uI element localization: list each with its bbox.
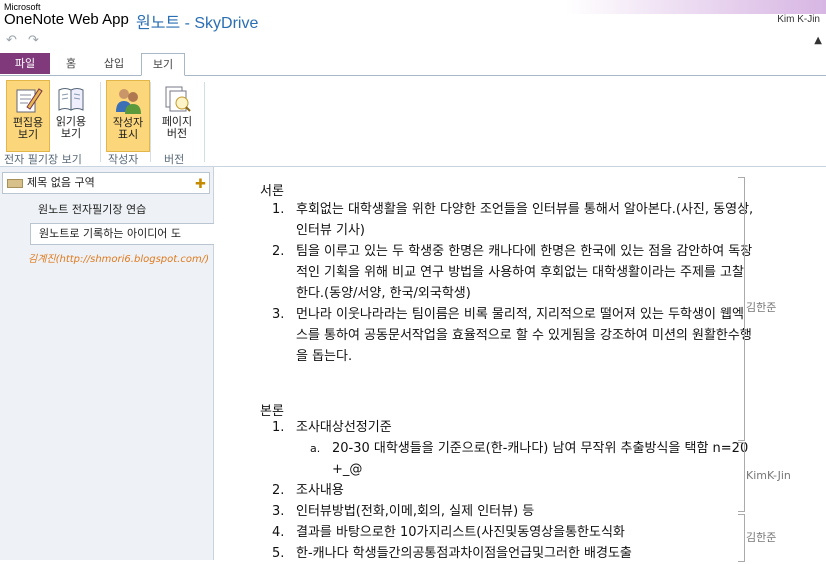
list-text: 20-30 대학생들을 기준으로(한-캐나다) 남여 무작위 추출방식을 택함 …: [332, 441, 749, 477]
title-bar: Microsoft OneNote Web App 원노트 - SkyDrive…: [0, 0, 826, 32]
author-label: 김한준: [746, 301, 777, 314]
list-number: 2.: [272, 244, 285, 259]
list-number: 2.: [272, 483, 285, 498]
watermark-text: 김계진(http://shmori6.blogspot.com/): [28, 254, 209, 265]
collapse-ribbon-icon[interactable]: ▲: [814, 35, 822, 46]
list-text: 먼나라 이웃나라라는 팀이름은 비록 물리적, 지리적으로 떨어져 있는 두학생…: [296, 307, 752, 364]
list-item: 3. 인터뷰방법(전화,이메,회의, 실제 인터뷰) 등: [254, 501, 754, 522]
author-label: 김한준: [746, 531, 777, 544]
ribbon: 편집용 보기 읽기용 보기 작성자 표시 페이지 버전 전자 필기장 보기 작성…: [0, 76, 826, 167]
group-separator: [150, 82, 151, 162]
list-text: 조사대상선정기준: [296, 420, 392, 435]
list-item: 5. 한-캐나다 학생들간의공통점과차이점을언급및그러한 배경도출: [254, 543, 754, 564]
group-notebook-views: 전자 필기장 보기: [4, 153, 82, 166]
undo-icon[interactable]: ↶: [6, 33, 17, 48]
list-item: 1. 조사대상선정기준: [254, 417, 754, 438]
list-item: 3. 먼나라 이웃나라라는 팀이름은 비록 물리적, 지리적으로 떨어져 있는 …: [254, 304, 754, 367]
list-text: 후회없는 대학생활을 위한 다양한 조언들을 인터뷰를 통해서 알아본다.(사진…: [296, 202, 754, 238]
edit-view-icon: [13, 85, 43, 115]
list-text: 결과를 바탕으로한 10가지리스트(사진및동영상을통한도식화: [296, 525, 625, 540]
show-authors-label: 작성자 표시: [112, 116, 144, 141]
list-text: 조사내용: [296, 483, 344, 498]
list-item: 1. 후회없는 대학생활을 위한 다양한 조언들을 인터뷰를 통해서 알아본다.…: [254, 199, 754, 241]
group-authors: 작성자: [108, 153, 139, 166]
document-title[interactable]: 원노트 - SkyDrive: [136, 9, 258, 33]
sub-list-item: a. 20-30 대학생들을 기준으로(한-캐나다) 남여 무작위 추출방식을 …: [254, 438, 754, 480]
edit-view-button[interactable]: 편집용 보기: [6, 80, 50, 152]
page-item[interactable]: 원노트 전자필기장 연습: [38, 200, 146, 220]
page-versions-button[interactable]: 페이지 버전: [156, 80, 198, 150]
group-separator: [204, 82, 205, 162]
page-versions-icon: [162, 84, 192, 114]
tab-file[interactable]: 파일: [0, 53, 50, 74]
title-swoosh-decoration: [566, 0, 826, 14]
list-number: 3.: [272, 504, 285, 519]
list-item: 4. 결과를 바탕으로한 10가지리스트(사진및동영상을통한도식화: [254, 522, 754, 543]
section-untitled[interactable]: 제목 없음 구역 ✚: [2, 172, 210, 194]
list-text: 인터뷰방법(전화,이메,회의, 실제 인터뷰) 등: [296, 504, 535, 519]
list-item: 2. 조사내용: [254, 480, 754, 501]
ribbon-tabs: 파일 홈 삽입 보기: [0, 53, 826, 76]
tab-view[interactable]: 보기: [141, 53, 185, 76]
intro-heading: 서론: [260, 184, 284, 199]
edit-view-label: 편집용 보기: [12, 116, 44, 141]
list-number: a.: [310, 442, 321, 455]
list-item: 2. 팀을 이루고 있는 두 학생중 한명은 캐나다에 한명은 한국에 있는 점…: [254, 241, 754, 304]
reading-view-label: 읽기용 보기: [55, 115, 87, 140]
body-list: 1. 조사대상선정기준 a. 20-30 대학생들을 기준으로(한-캐나다) 남…: [254, 417, 754, 564]
group-versions: 버전: [164, 153, 185, 166]
list-text: 한-캐나다 학생들간의공통점과차이점을언급및그러한 배경도출: [296, 546, 632, 561]
page-content[interactable]: 서론 1. 후회없는 대학생활을 위한 다양한 조언들을 인터뷰를 통해서 알아…: [214, 167, 826, 562]
authors-icon: [113, 85, 143, 115]
user-name[interactable]: Kim K-Jin: [777, 14, 820, 25]
tab-insert[interactable]: 삽입: [94, 53, 134, 74]
list-number: 1.: [272, 420, 285, 435]
author-label: KimK-Jin: [746, 469, 791, 482]
section-label: 제목 없음 구역: [27, 176, 95, 189]
show-authors-button[interactable]: 작성자 표시: [106, 80, 150, 152]
tab-home[interactable]: 홈: [56, 53, 86, 74]
intro-list: 1. 후회없는 대학생활을 위한 다양한 조언들을 인터뷰를 통해서 알아본다.…: [254, 199, 754, 367]
group-separator: [100, 82, 101, 162]
page-item-selected[interactable]: 원노트로 기록하는 아이디어 도: [30, 223, 222, 245]
list-number: 5.: [272, 546, 285, 561]
section-icon: [7, 179, 23, 188]
list-number: 4.: [272, 525, 285, 540]
list-number: 1.: [272, 202, 285, 217]
app-name: OneNote Web App: [4, 11, 129, 28]
list-text: 팀을 이루고 있는 두 학생중 한명은 캐나다에 한명은 한국에 있는 점을 감…: [296, 244, 753, 301]
redo-icon[interactable]: ↷: [28, 33, 39, 48]
quick-access-toolbar: ↶ ↷: [0, 33, 826, 51]
navigation-pane: 제목 없음 구역 ✚ 원노트 전자필기장 연습 원노트로 기록하는 아이디어 도…: [0, 167, 222, 560]
author-bracket: [738, 442, 745, 512]
author-bracket: [738, 177, 745, 441]
list-number: 3.: [272, 307, 285, 322]
new-page-icon[interactable]: ✚: [195, 175, 206, 195]
reading-view-icon: [56, 84, 86, 114]
reading-view-button[interactable]: 읽기용 보기: [50, 80, 92, 150]
author-bracket: [738, 514, 745, 562]
page-versions-label: 페이지 버전: [161, 115, 193, 140]
